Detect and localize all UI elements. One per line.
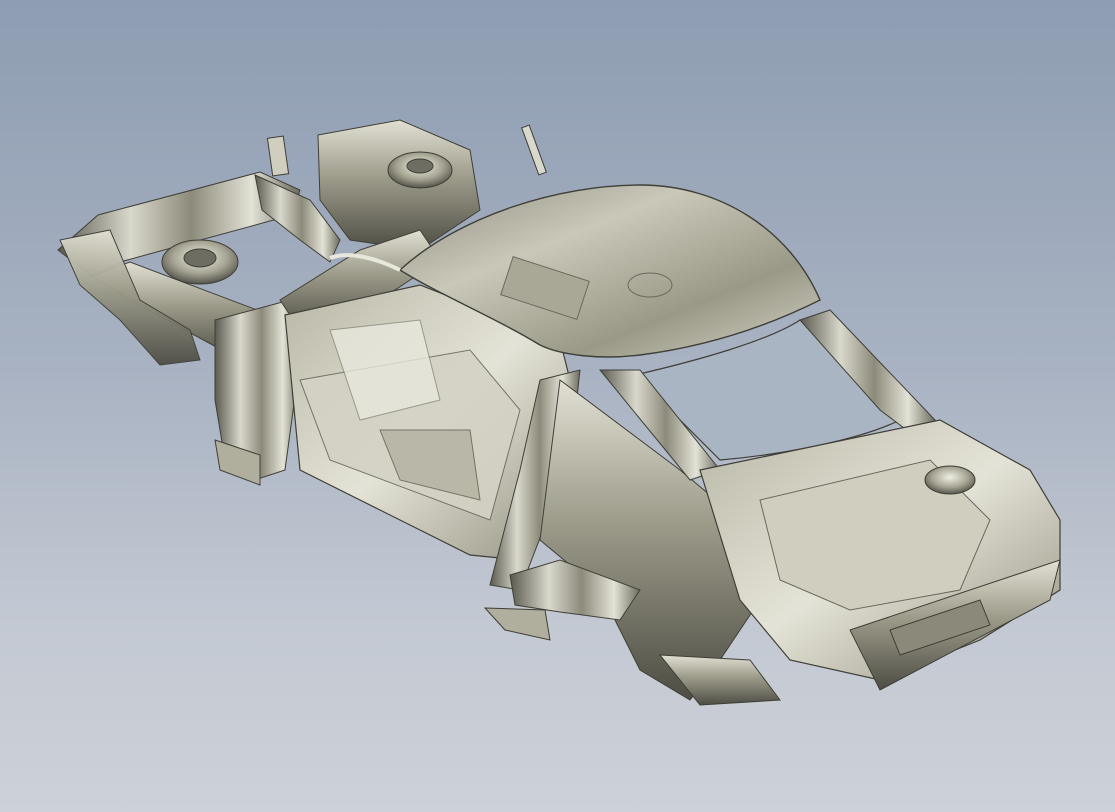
3d-viewport[interactable]	[0, 0, 1115, 812]
car-body-model[interactable]	[0, 0, 1115, 812]
rear-section	[699, 419, 1061, 691]
